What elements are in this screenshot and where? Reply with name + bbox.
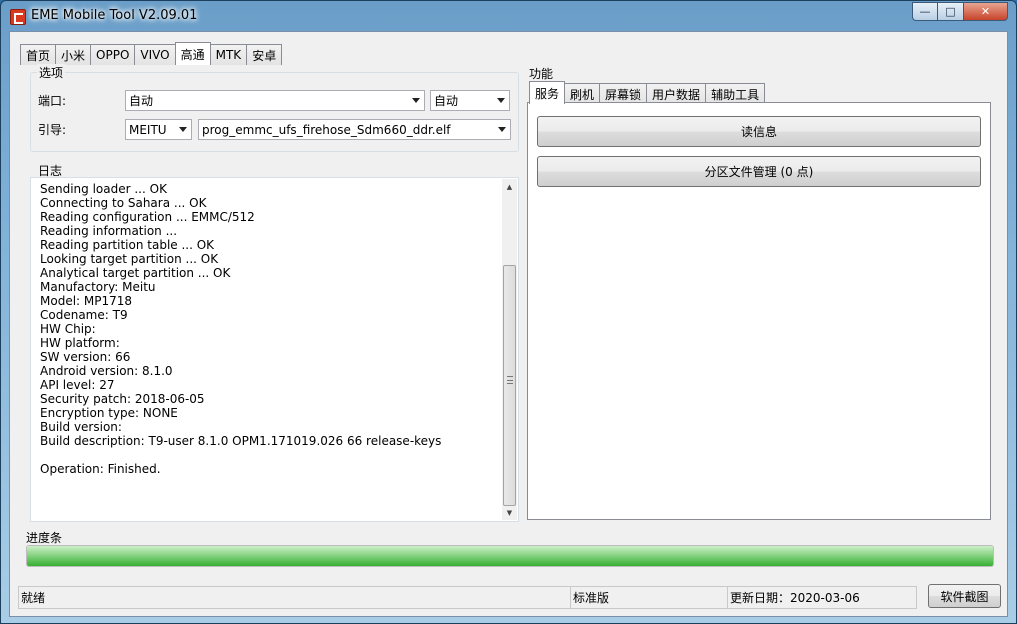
chevron-down-icon: [179, 127, 187, 132]
function-tab[interactable]: 服务: [529, 81, 566, 104]
close-button[interactable]: ✕: [964, 2, 1008, 21]
log-line: Reading information ...: [40, 224, 178, 238]
scroll-down-arrow-icon[interactable]: ▼: [502, 505, 517, 520]
log-line: Android version: 8.1.0: [40, 364, 173, 378]
progress-bar: [26, 545, 994, 567]
status-edition: 标准版: [570, 586, 727, 609]
log-line: Security patch: 2018-06-05: [40, 392, 205, 406]
brand-select[interactable]: MEITU: [125, 119, 192, 140]
main-tab[interactable]: 安卓: [246, 44, 283, 65]
log-line: Codename: T9: [40, 308, 128, 322]
grip-icon: [507, 376, 513, 384]
app-window: EME Mobile Tool V2.09.01 — □ ✕ 首页 小米 OPPO V…: [0, 0, 1017, 624]
brand-select-value: MEITU: [129, 122, 167, 137]
window-title: EME Mobile Tool V2.09.01: [31, 8, 198, 23]
function-group-title: 功能: [527, 65, 556, 82]
app-logo-icon: [10, 9, 26, 25]
main-tab-strip: 首页 小米 OPPO VIVO 高通 MTK 安卓: [20, 42, 283, 65]
options-group: 选项: [30, 64, 519, 152]
chevron-down-icon: [412, 98, 420, 103]
log-line: HW Chip:: [40, 322, 96, 336]
log-content: Sending loader ... OK Connecting to Sahar…: [40, 182, 441, 476]
chevron-down-icon: [497, 98, 505, 103]
function-tab[interactable]: 辅助工具: [705, 83, 766, 104]
chevron-down-icon: [498, 127, 506, 132]
main-tab[interactable]: OPPO: [90, 44, 136, 65]
log-line: Build description: T9-user 8.1.0 OPM1.17…: [40, 434, 442, 448]
log-line: HW platform:: [40, 336, 120, 350]
status-bar: 就绪 标准版 更新日期：2020-03-06: [18, 586, 917, 609]
function-tab[interactable]: 刷机: [564, 83, 601, 104]
log-line: Model: MP1718: [40, 294, 133, 308]
port-mode-select-value: 自动: [434, 94, 459, 108]
function-tab[interactable]: 屏幕锁: [599, 83, 648, 104]
log-line: Operation: Finished.: [40, 462, 161, 476]
status-state: 就绪: [18, 586, 570, 609]
log-textarea[interactable]: Sending loader ... OK Connecting to Sahar…: [30, 177, 519, 522]
function-tab[interactable]: 用户数据: [646, 83, 707, 104]
log-line: Reading configuration ... EMMC/512: [40, 210, 255, 224]
scroll-up-arrow-icon[interactable]: ▲: [502, 179, 517, 194]
log-line: SW version: 66: [40, 350, 131, 364]
log-line: Analytical target partition ... OK: [40, 266, 231, 280]
log-line: Reading partition table ... OK: [40, 238, 215, 252]
main-tab[interactable]: MTK: [209, 44, 248, 65]
main-tab[interactable]: 首页: [20, 44, 57, 65]
port-mode-select[interactable]: 自动: [430, 90, 510, 111]
partition-manager-button[interactable]: 分区文件管理 (0 点): [537, 156, 981, 187]
log-line: Connecting to Sahara ... OK: [40, 196, 207, 210]
progress-group-title: 进度条: [24, 529, 65, 546]
function-tab-strip: 服务 刷机 屏幕锁 用户数据 辅助工具: [529, 81, 766, 104]
log-line: Encryption type: NONE: [40, 406, 178, 420]
main-tab[interactable]: 小米: [55, 44, 92, 65]
port-select[interactable]: 自动: [125, 90, 425, 111]
port-label: 端口:: [38, 94, 67, 108]
port-select-value: 自动: [129, 94, 154, 108]
loader-select[interactable]: prog_emmc_ufs_firehose_Sdm660_ddr.elf: [198, 119, 511, 140]
client-area: 首页 小米 OPPO VIVO 高通 MTK 安卓 选项 端口: 自动 自动 引导: MEI…: [9, 31, 1008, 617]
status-update-date: 更新日期：2020-03-06: [727, 586, 917, 609]
log-line: Looking target partition ... OK: [40, 252, 219, 266]
minimize-button[interactable]: —: [912, 2, 938, 21]
log-line: Sending loader ... OK: [40, 182, 167, 196]
title-bar[interactable]: EME Mobile Tool V2.09.01 — □ ✕: [1, 1, 1016, 31]
log-scrollbar[interactable]: ▲ ▼: [502, 179, 517, 520]
boot-label: 引导:: [38, 123, 67, 137]
options-group-title: 选项: [37, 64, 66, 81]
main-tab[interactable]: VIVO: [134, 44, 176, 65]
loader-select-value: prog_emmc_ufs_firehose_Sdm660_ddr.elf: [202, 122, 451, 137]
software-screenshot-button[interactable]: 软件截图: [928, 584, 1001, 608]
read-info-button[interactable]: 读信息: [537, 116, 981, 147]
log-line: Manufactory: Meitu: [40, 280, 156, 294]
maximize-button[interactable]: □: [938, 2, 964, 21]
log-line: Build version:: [40, 420, 122, 434]
scrollbar-thumb[interactable]: [503, 265, 516, 506]
progress-bar-fill: [27, 546, 993, 566]
log-line: API level: 27: [40, 378, 115, 392]
main-tab[interactable]: 高通: [174, 42, 211, 65]
